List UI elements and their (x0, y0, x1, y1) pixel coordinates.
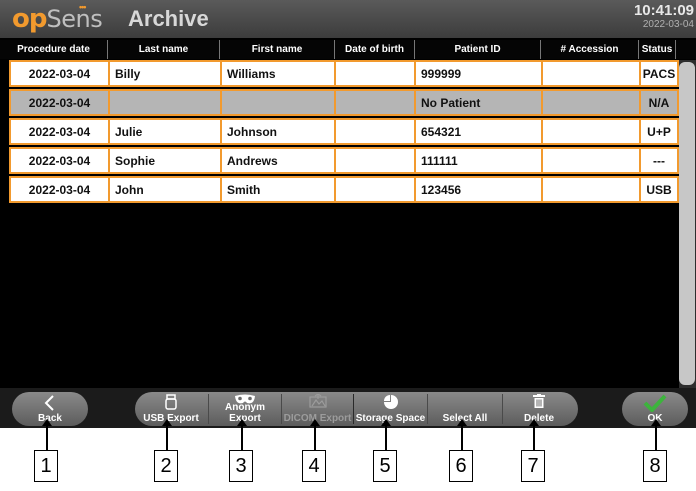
pie-chart-icon (354, 394, 427, 410)
logo-sens: Sens (46, 5, 103, 33)
dicom-icon (282, 394, 353, 408)
cell-first-name: Andrews (222, 149, 336, 172)
cell-date-of-birth (336, 120, 416, 143)
archive-table: 2022-03-04 Billy Williams 999999 PACS 20… (9, 60, 679, 205)
cell-patient-id: 999999 (416, 62, 543, 85)
cell-procedure-date: 2022-03-04 (11, 91, 110, 114)
cell-procedure-date: 2022-03-04 (11, 178, 110, 201)
cell-last-name (110, 91, 222, 114)
callout-arrow (652, 419, 660, 451)
cell-status: USB (646, 182, 672, 197)
callout-arrow (382, 419, 390, 451)
scrollbar-thumb[interactable] (679, 62, 695, 385)
callout-arrow (238, 419, 246, 451)
table-header: Procedure date Last name First name Date… (0, 40, 696, 59)
callout-2: 2 (154, 450, 178, 482)
callout-arrow (458, 419, 466, 451)
callout-arrow (43, 419, 51, 451)
opsens-logo: op Sens ••• (12, 2, 103, 34)
checkmark-icon (622, 394, 688, 412)
clock: 10:41:09 2022-03-04 (634, 3, 694, 31)
cell-accession (543, 62, 641, 85)
cell-procedure-date: 2022-03-04 (11, 120, 110, 143)
column-accession[interactable]: # Accession (541, 40, 639, 59)
callout-arrow (311, 419, 319, 451)
cell-last-name: Julie (110, 120, 222, 143)
column-first-name[interactable]: First name (220, 40, 335, 59)
cell-accession (543, 178, 641, 201)
callout-7: 7 (521, 450, 545, 482)
table-row[interactable]: 2022-03-04 Billy Williams 999999 PACS (9, 60, 679, 87)
callout-1: 1 (34, 450, 58, 482)
cell-last-name: John (110, 178, 222, 201)
cell-date-of-birth (336, 62, 416, 85)
callout-3: 3 (229, 450, 253, 482)
cell-patient-id: 123456 (416, 178, 543, 201)
cell-accession (543, 149, 641, 172)
cell-accession (543, 91, 641, 114)
cell-date-of-birth (336, 178, 416, 201)
callout-4: 4 (302, 450, 326, 482)
header-bar: op Sens ••• Archive 10:41:09 2022-03-04 (0, 0, 696, 38)
column-last-name[interactable]: Last name (108, 40, 220, 59)
page-title: Archive (128, 6, 209, 31)
cell-procedure-date: 2022-03-04 (11, 62, 110, 85)
chevron-left-icon (12, 394, 88, 412)
callout-arrow (163, 419, 171, 451)
callout-arrow (530, 419, 538, 451)
logo-op: op (12, 4, 47, 34)
cell-patient-id: 654321 (416, 120, 543, 143)
table-row[interactable]: 2022-03-04 No Patient N/A (9, 89, 679, 116)
trash-icon (503, 394, 575, 409)
cell-date-of-birth (336, 149, 416, 172)
delete-button[interactable]: Delete (503, 392, 575, 426)
column-patient-id[interactable]: Patient ID (415, 40, 541, 59)
cell-accession (543, 120, 641, 143)
column-status[interactable]: Status (639, 40, 676, 59)
column-date-of-birth[interactable]: Date of birth (335, 40, 415, 59)
cell-status: PACS (642, 66, 676, 81)
cell-first-name (222, 91, 336, 114)
table-row[interactable]: 2022-03-04 John Smith 123456 USB (9, 176, 679, 203)
cell-last-name: Billy (110, 62, 222, 85)
column-spacer (676, 40, 696, 59)
cell-patient-id: 111111 (416, 149, 543, 172)
callout-8: 8 (643, 450, 667, 482)
table-row[interactable]: 2022-03-04 Julie Johnson 654321 U+P (9, 118, 679, 145)
cell-status: U+P (647, 124, 671, 139)
cell-status: N/A (648, 95, 670, 110)
usb-drive-icon (135, 394, 207, 410)
clock-date: 2022-03-04 (642, 19, 694, 30)
cell-date-of-birth (336, 91, 416, 114)
cell-first-name: Johnson (222, 120, 336, 143)
column-procedure-date[interactable]: Procedure date (0, 40, 108, 59)
callout-5: 5 (373, 450, 397, 482)
table-row[interactable]: 2022-03-04 Sophie Andrews 111111 --- (9, 147, 679, 174)
cell-last-name: Sophie (110, 149, 222, 172)
cell-first-name: Williams (222, 62, 336, 85)
archive-screen: op Sens ••• Archive 10:41:09 2022-03-04 … (0, 0, 696, 428)
callout-6: 6 (449, 450, 473, 482)
logo-dots: ••• (79, 2, 87, 12)
cell-procedure-date: 2022-03-04 (11, 149, 110, 172)
clock-time: 10:41:09 (633, 2, 694, 19)
delete-label: Delete (503, 413, 575, 424)
cell-first-name: Smith (222, 178, 336, 201)
cell-status: --- (653, 153, 665, 168)
cell-patient-id: No Patient (416, 91, 543, 114)
